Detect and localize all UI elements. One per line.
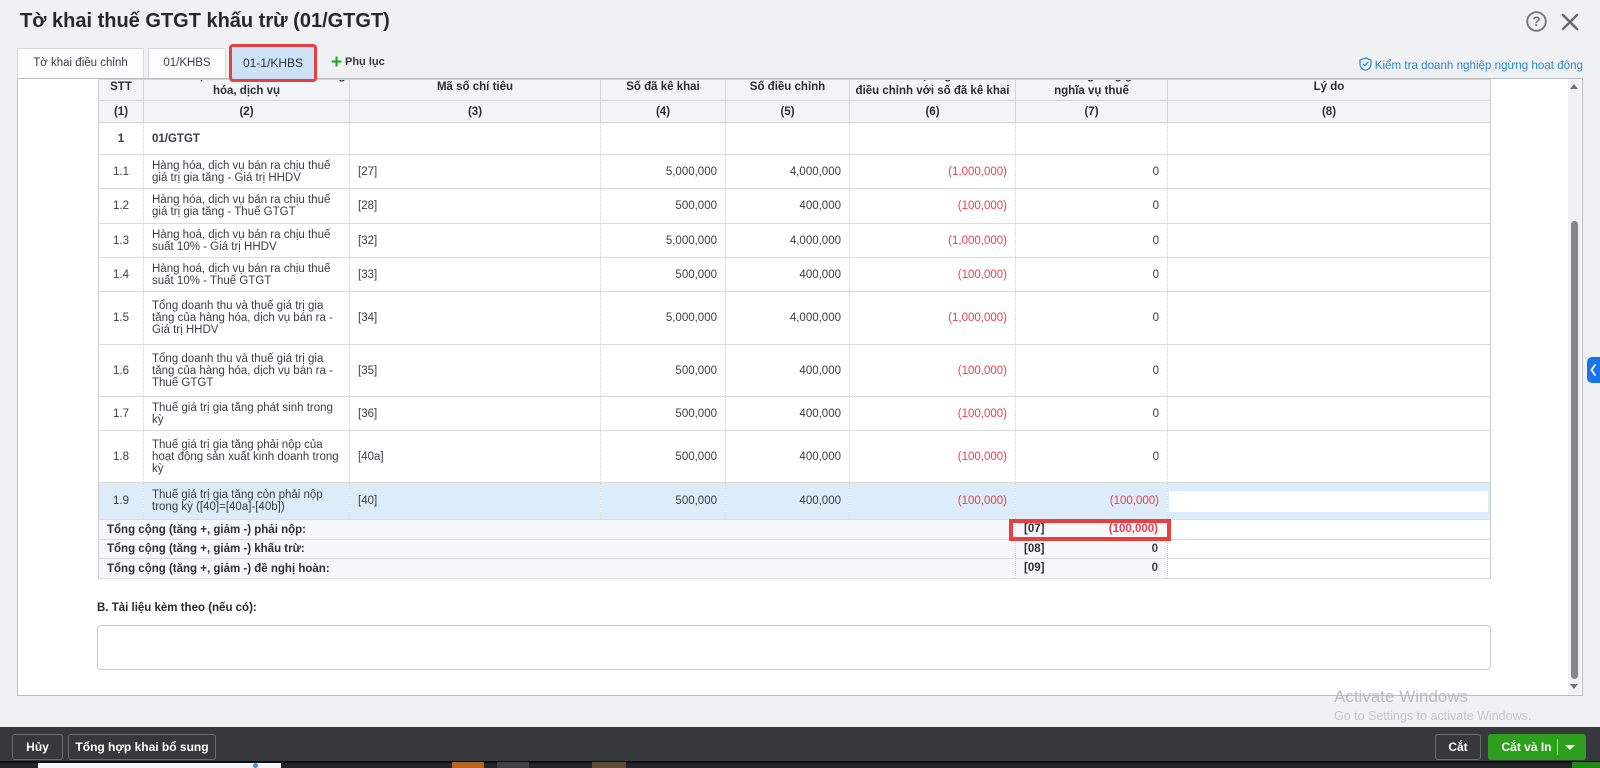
svg-text:?: ? — [1532, 14, 1540, 29]
